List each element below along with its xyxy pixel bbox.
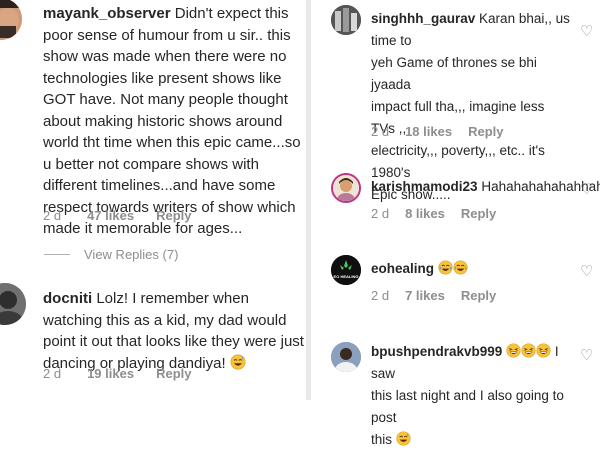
avatar-photo-icon	[0, 283, 26, 325]
svg-text:EO HEALING: EO HEALING	[334, 274, 359, 279]
reply-button[interactable]: Reply	[461, 206, 496, 221]
view-replies-line	[44, 254, 70, 255]
likes-count[interactable]: 8 likes	[405, 206, 445, 221]
like-heart-icon[interactable]: ♡	[580, 24, 593, 39]
comment-username[interactable]: eohealing	[371, 261, 434, 276]
reply-button[interactable]: Reply	[461, 288, 496, 303]
like-heart-icon[interactable]: ♡	[580, 264, 593, 279]
grinning-sweat-emoji	[230, 354, 246, 370]
comment-eohealing: eohealing	[371, 258, 571, 280]
comment-karishmamodi23: karishmamodi23 Hahahahahahahhaha	[371, 179, 600, 194]
reply-button[interactable]: Reply	[156, 208, 191, 223]
likes-count[interactable]: 18 likes	[405, 124, 452, 139]
comment-time: 2 d	[43, 208, 62, 223]
comment-meta-docniti: 2 d 19 likes Reply	[43, 366, 191, 381]
view-replies-label: View Replies (7)	[84, 247, 179, 262]
likes-count[interactable]: 7 likes	[405, 288, 445, 303]
eo-healing-logo-icon: EO HEALING	[331, 255, 361, 285]
comment-time: 2 d	[43, 366, 62, 381]
comment-mayank-observer: mayank_observer Didn't expect this poor …	[43, 5, 301, 237]
comment-username[interactable]: bpushpendrakvb999	[371, 344, 502, 359]
reply-button[interactable]: Reply	[468, 124, 503, 139]
laughing-emoji	[536, 343, 551, 358]
laughing-emoji	[521, 343, 536, 358]
comment-username[interactable]: singhhh_gaurav	[371, 11, 475, 26]
avatar-photo-icon	[0, 0, 22, 40]
comment-username[interactable]: docniti	[43, 290, 92, 307]
comment-time: 2 d	[371, 206, 390, 221]
likes-count[interactable]: 47 likes	[87, 208, 134, 223]
comment-meta-karishmamodi23: 2 d 8 likes Reply	[371, 206, 496, 221]
comment-username[interactable]: karishmamodi23	[371, 179, 478, 194]
avatar-docniti[interactable]	[0, 283, 26, 325]
comment-docniti: docniti Lolz! I remember when watching t…	[43, 290, 304, 372]
avatar-bpushpendrakvb999[interactable]	[331, 342, 361, 372]
avatar-eohealing[interactable]: EO HEALING	[331, 255, 361, 285]
comment-username[interactable]: mayank_observer	[43, 5, 171, 22]
laughing-tears-emoji	[438, 260, 453, 275]
avatar-mayank-observer[interactable]	[0, 0, 22, 40]
avatar-photo-icon	[331, 342, 361, 372]
avatar-singhhh-gaurav[interactable]	[331, 5, 361, 35]
like-heart-icon[interactable]: ♡	[580, 182, 593, 197]
avatar-photo-icon	[331, 5, 361, 35]
comment-meta-singhhh-gaurav: 2 d 18 likes Reply	[371, 124, 503, 139]
grinning-sweat-emoji	[396, 431, 411, 446]
comment-bpushpendrakvb999: bpushpendrakvb999 I saw this last night …	[371, 343, 564, 447]
avatar-karishmamodi23[interactable]	[331, 173, 361, 203]
likes-count[interactable]: 19 likes	[87, 366, 134, 381]
avatar-photo-icon	[333, 175, 359, 201]
column-divider	[306, 0, 311, 400]
comment-time: 2 d	[371, 288, 390, 303]
like-heart-icon[interactable]: ♡	[580, 348, 593, 363]
comment-meta-eohealing: 2 d 7 likes Reply	[371, 288, 496, 303]
reply-button[interactable]: Reply	[156, 366, 191, 381]
comment-time: 2 d	[371, 124, 390, 139]
laughing-emoji	[506, 343, 521, 358]
laughing-tears-emoji	[453, 260, 468, 275]
view-replies-link[interactable]: View Replies (7)	[44, 247, 178, 262]
comment-meta-mayank-observer: 2 d 47 likes Reply	[43, 208, 191, 223]
